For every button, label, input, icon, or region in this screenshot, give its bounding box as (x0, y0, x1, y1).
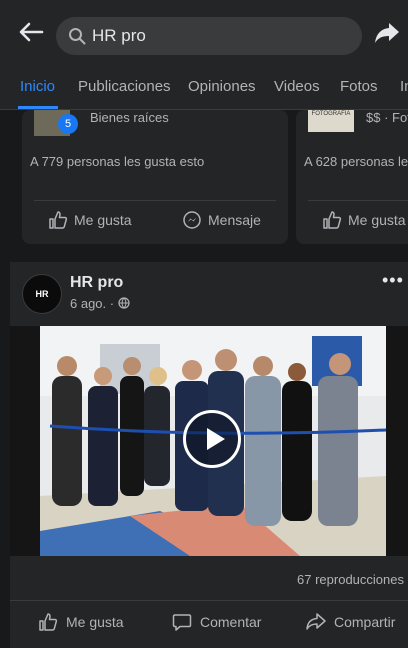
thumbs-up-icon (323, 211, 342, 229)
page-category: $$ · Fotó (366, 110, 408, 125)
like-page-button[interactable]: Me gusta (322, 210, 406, 230)
post-author-name[interactable]: HR pro (70, 274, 123, 292)
play-button[interactable] (183, 410, 241, 468)
top-bar (0, 0, 408, 60)
like-page-button[interactable]: Me gusta (48, 210, 132, 230)
page-likes: A 779 personas les gusta esto (30, 154, 205, 169)
search-input[interactable] (92, 17, 352, 55)
share-button[interactable]: Compartir (306, 612, 395, 632)
message-button[interactable]: Mensaje (182, 210, 261, 230)
suggested-page-card[interactable]: 5 Bienes raíces A 779 personas les gusta… (22, 110, 288, 244)
active-tab-indicator (18, 106, 58, 109)
tab-publicaciones[interactable]: Publicaciones (78, 78, 171, 95)
comment-icon (172, 614, 192, 631)
share-arrow-icon[interactable] (374, 22, 400, 44)
tab-opiniones[interactable]: Opiniones (188, 78, 256, 95)
view-count: 67 reproducciones (297, 572, 404, 587)
more-options-icon[interactable]: ••• (382, 270, 404, 291)
thumbs-up-icon (39, 613, 58, 631)
notification-badge: 5 (58, 114, 78, 134)
tab-more[interactable]: In (400, 78, 408, 95)
globe-icon (118, 297, 130, 309)
video-player[interactable] (10, 326, 408, 556)
search-icon (69, 28, 86, 45)
search-bar[interactable] (56, 17, 362, 55)
video-post: HR HR pro 6 ago. · ••• 67 reproducciones… (10, 262, 408, 648)
share-arrow-icon (306, 613, 326, 630)
avatar[interactable]: HR (22, 274, 62, 314)
post-date: 6 ago. · (70, 296, 118, 311)
tab-inicio[interactable]: Inicio (20, 78, 55, 95)
page-likes: A 628 personas les (304, 154, 408, 169)
like-button[interactable]: Me gusta (38, 612, 124, 632)
like-label: Me gusta (66, 614, 124, 630)
page-tabs: Inicio Publicaciones Opiniones Videos Fo… (0, 60, 408, 110)
divider (308, 200, 408, 201)
messenger-icon (183, 211, 201, 229)
page-thumbnail: FOTOGRAFIA (308, 110, 354, 132)
like-label: Me gusta (74, 212, 132, 228)
share-label: Compartir (334, 614, 396, 630)
comment-button[interactable]: Comentar (172, 612, 261, 632)
arrow-left-icon[interactable] (18, 22, 44, 42)
divider (34, 200, 276, 201)
page-category: Bienes raíces (90, 110, 169, 125)
tab-fotos[interactable]: Fotos (340, 78, 378, 95)
message-label: Mensaje (208, 212, 261, 228)
post-meta: 6 ago. · (70, 296, 130, 311)
tab-videos[interactable]: Videos (274, 78, 320, 95)
comment-label: Comentar (200, 614, 262, 630)
like-label: Me gusta (348, 212, 406, 228)
thumbs-up-icon (49, 211, 68, 229)
divider (10, 600, 408, 601)
suggested-page-card[interactable]: FOTOGRAFIA $$ · Fotó A 628 personas les … (296, 110, 408, 244)
